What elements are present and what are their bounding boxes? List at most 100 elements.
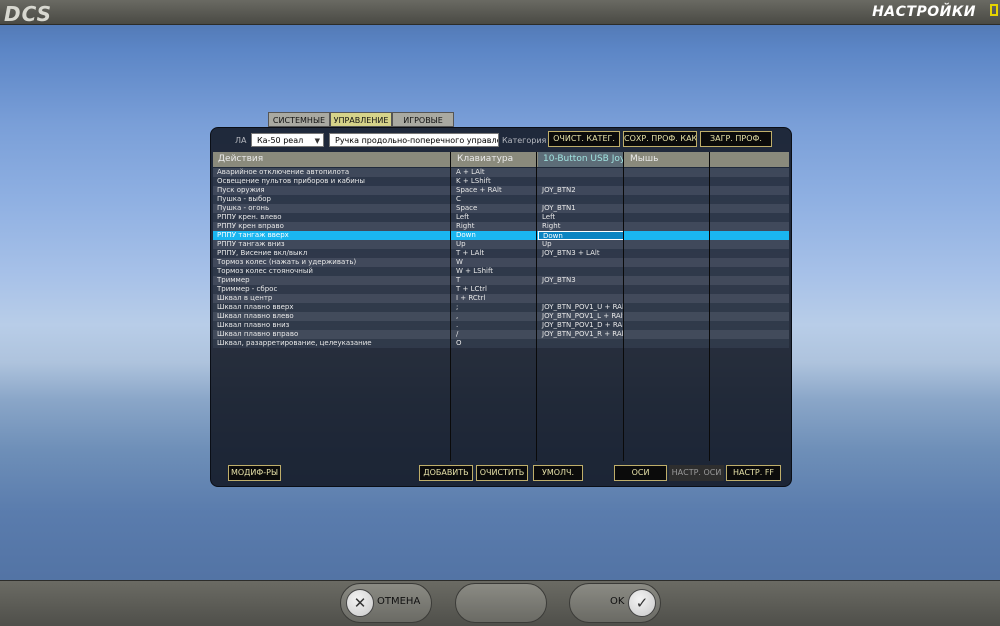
keyboard-cell[interactable]: T + LCtrl [452, 285, 538, 294]
mouse-cell[interactable] [625, 186, 711, 195]
action-cell[interactable]: Шквал плавно вправо [213, 330, 451, 339]
keyboard-cell[interactable]: Space + RAlt [452, 186, 538, 195]
keyboard-cell[interactable]: O [452, 339, 538, 348]
header-extra[interactable] [712, 152, 789, 167]
action-cell[interactable]: РППУ, Висение вкл/выкл [213, 249, 451, 258]
table-row[interactable]: РППУ тангаж вниз Up Up [213, 240, 789, 249]
action-cell[interactable]: Пушка - огонь [213, 204, 451, 213]
aircraft-select[interactable]: Ка-50 реал ▼ [251, 133, 324, 147]
mouse-cell[interactable] [625, 330, 711, 339]
keyboard-cell[interactable]: Down [452, 231, 538, 240]
cancel-button[interactable]: ✕ ОТМЕНА [340, 583, 432, 623]
mouse-cell[interactable] [625, 222, 711, 231]
table-row[interactable]: Шквал плавно вправо / JOY_BTN_POV1_R + RAl… [213, 330, 789, 339]
tab-controls[interactable]: УПРАВЛЕНИЕ [330, 112, 392, 127]
category-select[interactable]: Ручка продольно-поперечного управления [329, 133, 499, 147]
keyboard-cell[interactable]: T + LAlt [452, 249, 538, 258]
table-row[interactable]: Шквал в центр I + RCtrl [213, 294, 789, 303]
keyboard-cell[interactable]: A + LAlt [452, 168, 538, 177]
joystick-cell[interactable]: Left [538, 213, 624, 222]
table-row[interactable]: Пушка - выбор C [213, 195, 789, 204]
table-row[interactable]: Аварийное отключение автопилота A + LAlt [213, 168, 789, 177]
header-mouse[interactable]: Мышь [625, 152, 711, 167]
joystick-cell[interactable] [538, 195, 624, 204]
table-row[interactable]: Шквал плавно влево, JOY_BTN_POV1_L + RAlt [213, 312, 789, 321]
table-row[interactable]: РППУ тангаж вверх Down Down [213, 231, 789, 240]
action-cell[interactable]: Шквал в центр [213, 294, 451, 303]
table-row[interactable]: Шквал плавно вверх; JOY_BTN_POV1_U + RAlt [213, 303, 789, 312]
joystick-cell[interactable]: JOY_BTN2 [538, 186, 624, 195]
clear-button[interactable]: ОЧИСТИТЬ [476, 465, 528, 481]
joystick-cell[interactable] [538, 294, 624, 303]
action-cell[interactable]: Шквал плавно влево [213, 312, 451, 321]
action-cell[interactable]: Шквал плавно вниз [213, 321, 451, 330]
default-button[interactable]: УМОЛЧ. [533, 465, 583, 481]
joystick-cell[interactable]: JOY_BTN_POV1_R + RAlt [538, 330, 624, 339]
mouse-cell[interactable] [625, 213, 711, 222]
joystick-cell[interactable]: JOY_BTN_POV1_L + RAlt [538, 312, 624, 321]
keyboard-cell[interactable]: Left [452, 213, 538, 222]
keyboard-cell[interactable]: ; [452, 303, 538, 312]
tab-gameplay[interactable]: ИГРОВЫЕ [392, 112, 454, 127]
action-cell[interactable]: Пушка - выбор [213, 195, 451, 204]
axes-button[interactable]: ОСИ [614, 465, 667, 481]
action-cell[interactable]: Триммер [213, 276, 451, 285]
table-row[interactable]: Тормоз колес стояночный W + LShift [213, 267, 789, 276]
keyboard-cell[interactable]: Space [452, 204, 538, 213]
keyboard-cell[interactable]: . [452, 321, 538, 330]
mouse-cell[interactable] [625, 240, 711, 249]
save-profile-button[interactable]: СОХР. ПРОФ. КАК [623, 131, 697, 147]
mouse-cell[interactable] [625, 267, 711, 276]
table-row[interactable]: Пуск оружия Space + RAlt JOY_BTN2 [213, 186, 789, 195]
table-row[interactable]: Триммер - сброс T + LCtrl [213, 285, 789, 294]
keyboard-cell[interactable]: C [452, 195, 538, 204]
joystick-cell[interactable]: JOY_BTN3 [538, 276, 624, 285]
joystick-cell[interactable]: Right [538, 222, 624, 231]
table-row[interactable]: Шквал плавно вниз. JOY_BTN_POV1_D + RAlt [213, 321, 789, 330]
mouse-cell[interactable] [625, 195, 711, 204]
action-cell[interactable]: РППУ крен. влево [213, 213, 451, 222]
joystick-cell[interactable]: JOY_BTN3 + LAlt [538, 249, 624, 258]
ok-button[interactable]: OK ✓ [569, 583, 661, 623]
keyboard-cell[interactable]: Up [452, 240, 538, 249]
header-joystick[interactable]: 10-Button USB Joystick [538, 152, 624, 167]
mouse-cell[interactable] [625, 321, 711, 330]
table-row[interactable]: РППУ крен вправо Right Right [213, 222, 789, 231]
joystick-cell[interactable]: JOY_BTN1 [538, 204, 624, 213]
modifiers-button[interactable]: МОДИФ-РЫ [228, 465, 281, 481]
joystick-cell[interactable] [538, 339, 624, 348]
mouse-cell[interactable] [625, 177, 711, 186]
tab-system[interactable]: СИСТЕМНЫЕ [268, 112, 330, 127]
table-row[interactable]: Шквал, разарретирование, целеуказание O [213, 339, 789, 348]
exit-icon[interactable] [990, 4, 998, 16]
joystick-cell[interactable]: JOY_BTN_POV1_D + RAlt [538, 321, 624, 330]
mouse-cell[interactable] [625, 285, 711, 294]
mouse-cell[interactable] [625, 339, 711, 348]
keyboard-cell[interactable]: K + LShift [452, 177, 538, 186]
joystick-cell[interactable]: JOY_BTN_POV1_U + RAlt [538, 303, 624, 312]
joystick-cell[interactable] [538, 177, 624, 186]
ff-settings-button[interactable]: НАСТР. FF [726, 465, 781, 481]
keyboard-cell[interactable]: W [452, 258, 538, 267]
keyboard-cell[interactable]: T [452, 276, 538, 285]
joystick-cell[interactable] [538, 258, 624, 267]
action-cell[interactable]: Триммер - сброс [213, 285, 451, 294]
keyboard-cell[interactable]: W + LShift [452, 267, 538, 276]
keyboard-cell[interactable]: , [452, 312, 538, 321]
action-cell[interactable]: Тормоз колес стояночный [213, 267, 451, 276]
table-row[interactable]: Пушка - огонь Space JOY_BTN1 [213, 204, 789, 213]
mouse-cell[interactable] [625, 303, 711, 312]
keyboard-cell[interactable]: I + RCtrl [452, 294, 538, 303]
mouse-cell[interactable] [625, 312, 711, 321]
table-row[interactable]: РППУ, Висение вкл/выкл T + LAlt JOY_BTN3 +… [213, 249, 789, 258]
action-cell[interactable]: Аварийное отключение автопилота [213, 168, 451, 177]
keyboard-cell[interactable]: Right [452, 222, 538, 231]
action-cell[interactable]: Шквал плавно вверх [213, 303, 451, 312]
action-cell[interactable]: РППУ тангаж вниз [213, 240, 451, 249]
header-actions[interactable]: Действия [213, 152, 451, 167]
add-button[interactable]: ДОБАВИТЬ [419, 465, 473, 481]
action-cell[interactable]: Освещение пультов приборов и кабины [213, 177, 451, 186]
load-profile-button[interactable]: ЗАГР. ПРОФ. [700, 131, 772, 147]
action-cell[interactable]: Тормоз колес (нажать и удерживать) [213, 258, 451, 267]
mouse-cell[interactable] [625, 276, 711, 285]
